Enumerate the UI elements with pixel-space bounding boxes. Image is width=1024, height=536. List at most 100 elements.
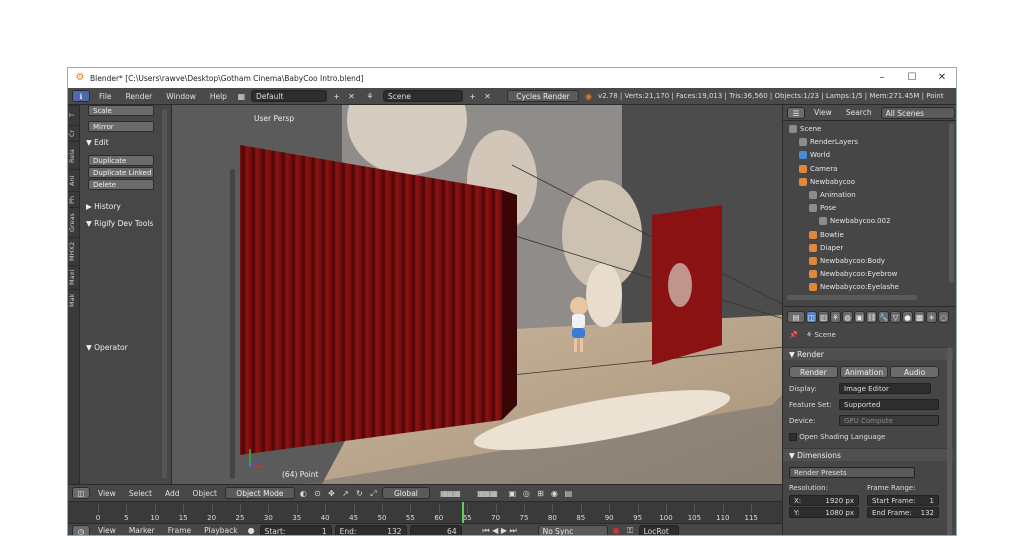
scene-tab-icon[interactable]: ⚘ <box>830 311 841 323</box>
render-tab-icon[interactable]: ◫ <box>806 311 817 323</box>
resolution-x-field[interactable]: X: 1920 px <box>789 495 859 506</box>
scale-icon[interactable]: ⤢ <box>368 488 379 499</box>
render-presets-select[interactable]: Render Presets <box>789 467 915 478</box>
tab-create[interactable]: Cr <box>68 125 80 141</box>
end-frame-field[interactable]: End: 132 <box>334 524 407 535</box>
constraints-tab-icon[interactable]: ⛓ <box>866 311 877 323</box>
scene-icon[interactable]: ⚘ <box>361 91 379 102</box>
outliner-row[interactable]: Newbabycoo.002 <box>783 215 951 228</box>
layout-grid-icon[interactable]: ▦ <box>236 91 247 102</box>
editor-type-3d-icon[interactable]: ◫ <box>72 487 90 499</box>
layers-tab-icon[interactable]: ▥ <box>818 311 829 323</box>
display-select[interactable]: Image Editor <box>839 383 931 394</box>
tab-mhx2[interactable]: MHX2 <box>68 237 80 265</box>
menu-render[interactable]: Render <box>121 92 158 101</box>
outliner-row[interactable]: Newbabycoo:Eyelashe <box>783 281 951 294</box>
viewport-scrollbar[interactable] <box>230 169 235 479</box>
scene-field[interactable]: Scene <box>382 90 463 102</box>
3d-viewport[interactable]: User Persp (64) Point <box>172 105 782 484</box>
screen-layout-field[interactable]: Default <box>250 90 327 102</box>
outliner-scrollbar[interactable] <box>949 123 954 283</box>
outliner-row[interactable]: Scene <box>783 123 951 136</box>
mode-select[interactable]: Object Mode <box>224 487 295 499</box>
layers-grid-icon[interactable]: ▦▦▦ <box>433 488 467 499</box>
operator-panel-header[interactable]: ▼ Operator <box>86 343 128 352</box>
layers-grid-2-icon[interactable]: ▦▦▦ <box>470 488 504 499</box>
tab-physics[interactable]: Ph <box>68 191 80 207</box>
dimensions-panel-header[interactable]: ▼ Dimensions <box>783 448 953 461</box>
tab-animation[interactable]: Ani <box>68 169 80 191</box>
timeline-ruler[interactable]: 0 5 10 15 20 25 30 35 40 45 50 55 60 65 70 75 80 85 90 95 10… <box>68 502 782 524</box>
translate-icon[interactable]: ↗ <box>340 488 351 499</box>
outliner-row[interactable]: Pose <box>783 202 951 215</box>
menu-file[interactable]: File <box>94 92 117 101</box>
properties-scrollbar[interactable] <box>947 347 952 535</box>
data-tab-icon[interactable]: ▽ <box>890 311 901 323</box>
history-panel-header[interactable]: ▶ History <box>86 202 121 211</box>
editor-type-properties-icon[interactable]: ▤ <box>787 311 805 323</box>
audio-button[interactable]: Audio <box>890 366 940 378</box>
menu-select[interactable]: Select <box>124 489 157 498</box>
close-button[interactable]: ✕ <box>927 68 956 88</box>
timeline[interactable]: 0 5 10 15 20 25 30 35 40 45 50 55 60 65 70 75 80 85 90 95 10… <box>68 501 782 524</box>
sync-select[interactable]: No Sync <box>537 524 608 535</box>
menu-window[interactable]: Window <box>161 92 201 101</box>
tab-mak[interactable]: Mak <box>68 289 80 311</box>
snap-icon[interactable]: ⊞ <box>535 488 546 499</box>
menu-object[interactable]: Object <box>187 489 221 498</box>
object-tab-icon[interactable]: ▣ <box>854 311 865 323</box>
resolution-y-field[interactable]: Y: 1080 px <box>789 507 859 518</box>
tab-tools[interactable]: T <box>68 105 80 125</box>
editor-type-outliner-icon[interactable]: ☰ <box>787 106 805 119</box>
editor-type-info-icon[interactable]: ℹ <box>72 90 90 102</box>
world-tab-icon[interactable]: ◍ <box>842 311 853 323</box>
manipulator-icon[interactable]: ✥ <box>326 488 337 499</box>
tool-shelf-scrollbar[interactable] <box>162 109 167 479</box>
physics-tab-icon[interactable]: ◌ <box>938 311 949 323</box>
delete-button[interactable]: Delete <box>88 179 154 190</box>
feature-set-select[interactable]: Supported <box>839 399 939 410</box>
tab-maxi[interactable]: Maxi <box>68 265 80 289</box>
outliner-row[interactable]: Camera <box>783 163 951 176</box>
minimize-button[interactable]: – <box>867 68 897 88</box>
tl-menu-marker[interactable]: Marker <box>124 526 160 535</box>
menu-help[interactable]: Help <box>205 92 232 101</box>
device-select[interactable]: GPU Compute <box>839 415 939 426</box>
outliner-row[interactable]: World <box>783 149 951 162</box>
mirror-button[interactable]: Mirror <box>88 121 154 132</box>
animation-button[interactable]: Animation <box>839 366 889 378</box>
rotate-icon[interactable]: ↻ <box>354 488 365 499</box>
outliner-row[interactable]: Newbabycoo <box>783 176 951 189</box>
opengl-render-icon[interactable]: ▤ <box>563 488 574 499</box>
pin-icon[interactable]: 📌 <box>789 331 798 339</box>
start-frame-field[interactable]: Start: 1 <box>259 524 332 535</box>
tl-menu-frame[interactable]: Frame <box>163 526 196 535</box>
end-frame-prop-field[interactable]: End Frame: 132 <box>867 507 939 518</box>
tab-grease-pencil[interactable]: Greas <box>68 207 80 237</box>
render-panel-header[interactable]: ▼ Render <box>783 347 953 360</box>
current-frame-field[interactable]: 64 <box>409 524 462 535</box>
outliner-row[interactable]: RenderLayers <box>783 136 951 149</box>
maximize-button[interactable]: ☐ <box>897 68 927 88</box>
pivot-icon[interactable]: ⊙ <box>312 488 323 499</box>
keying-set-field[interactable]: LocRot <box>638 524 679 535</box>
rigify-panel-header[interactable]: ▼ Rigify Dev Tools <box>86 219 153 228</box>
outliner-menu-view[interactable]: View <box>809 108 837 117</box>
tab-relations[interactable]: Rela <box>68 141 80 169</box>
auto-key-icon[interactable]: ● <box>611 525 622 535</box>
particles-tab-icon[interactable]: ✳ <box>926 311 937 323</box>
render-engine-select[interactable]: Cycles Render <box>506 90 579 102</box>
orientation-select[interactable]: Global <box>381 487 430 499</box>
tl-menu-playback[interactable]: Playback <box>199 526 242 535</box>
outliner-row[interactable]: Newbabycoo:Body <box>783 255 951 268</box>
outliner-hscrollbar[interactable] <box>787 295 917 300</box>
outliner-menu-search[interactable]: Search <box>841 108 877 117</box>
viewport-shading-icon[interactable]: ◐ <box>298 488 309 499</box>
add-scene-icon[interactable]: + <box>467 91 478 102</box>
duplicate-button[interactable]: Duplicate <box>88 155 154 166</box>
outliner-row[interactable]: Animation <box>783 189 951 202</box>
tl-menu-view[interactable]: View <box>93 526 121 535</box>
scale-button[interactable]: Scale <box>88 105 154 116</box>
outliner-row[interactable]: Bowtie <box>783 229 951 242</box>
modifiers-tab-icon[interactable]: 🔧 <box>878 311 889 323</box>
